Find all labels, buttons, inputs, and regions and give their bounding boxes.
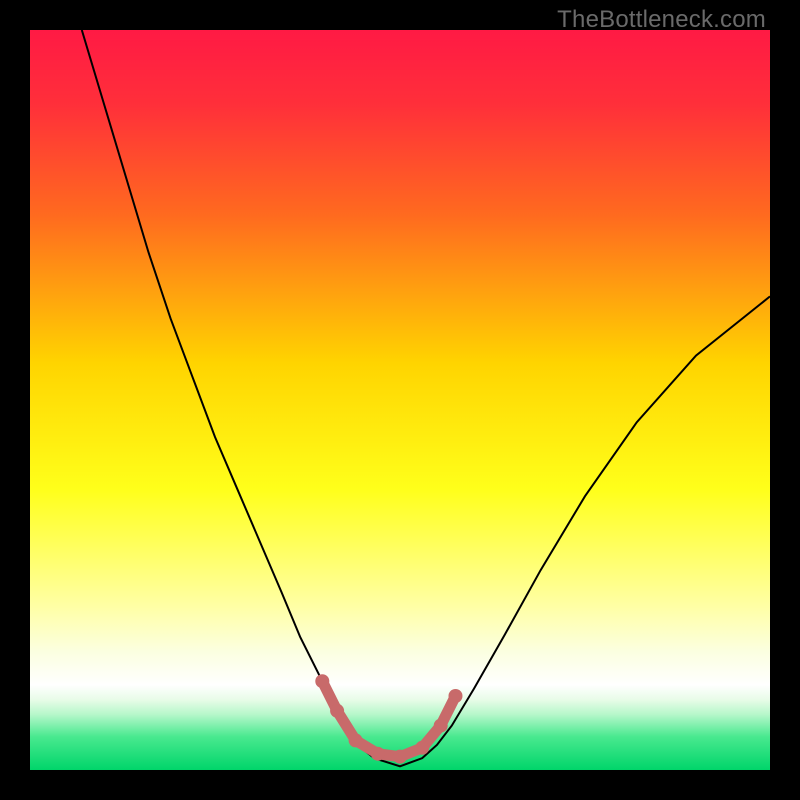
chart-svg — [30, 30, 770, 770]
highlight-dot — [393, 750, 407, 764]
highlight-dot — [371, 747, 385, 761]
highlight-dot — [415, 741, 429, 755]
chart-plot-area — [30, 30, 770, 770]
highlight-dot — [449, 689, 463, 703]
watermark-text: TheBottleneck.com — [557, 6, 766, 34]
highlight-dot — [349, 733, 363, 747]
highlight-dot — [434, 719, 448, 733]
highlight-dot — [330, 704, 344, 718]
chart-background — [30, 30, 770, 770]
highlight-dot — [315, 674, 329, 688]
